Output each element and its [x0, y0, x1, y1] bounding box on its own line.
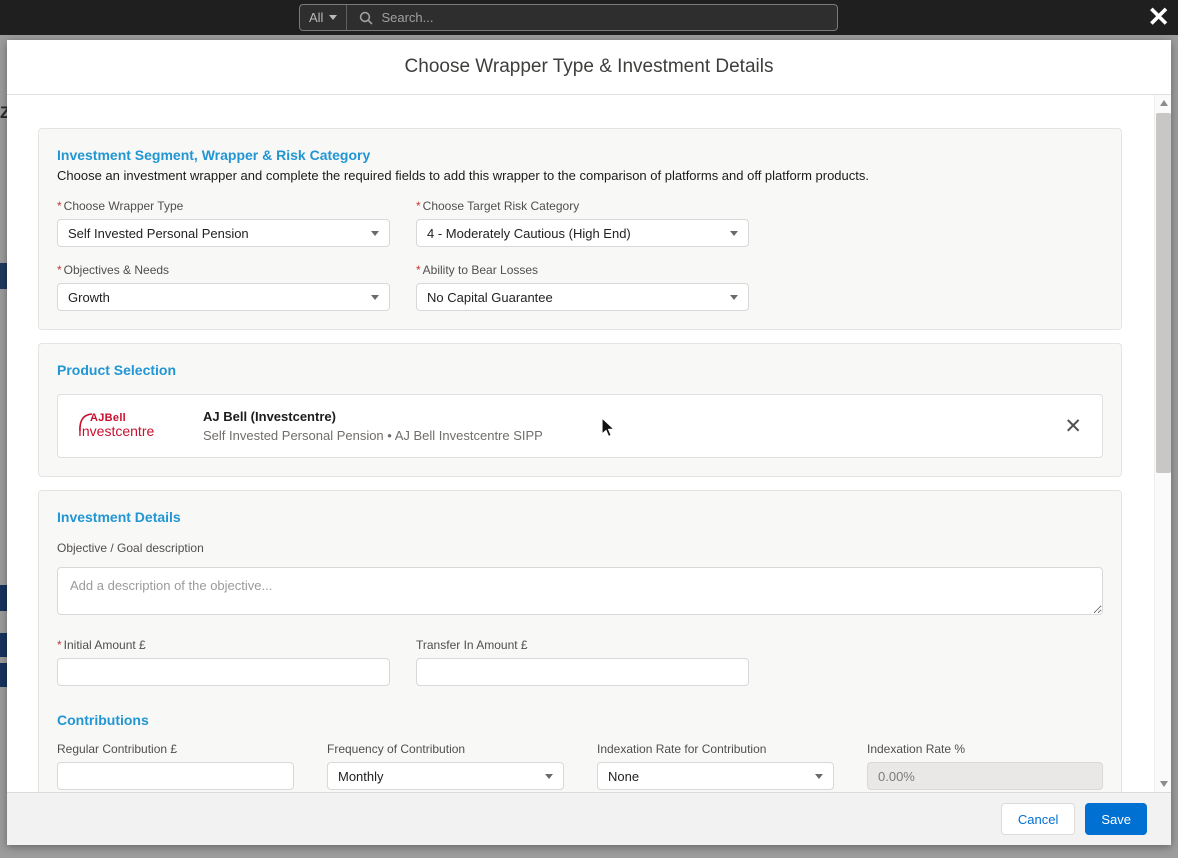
- objective-textarea[interactable]: [57, 567, 1103, 615]
- field-transfer-amount: Transfer In Amount £: [416, 638, 749, 686]
- risk-category-value: 4 - Moderately Cautious (High End): [427, 225, 631, 241]
- product-name: AJ Bell (Investcentre): [203, 409, 336, 424]
- risk-category-select[interactable]: 4 - Moderately Cautious (High End): [416, 219, 749, 247]
- indexation-value: None: [608, 768, 640, 784]
- chevron-down-icon: [815, 773, 823, 779]
- close-icon[interactable]: ✕: [1147, 0, 1170, 35]
- regular-contribution-label: Regular Contribution £: [57, 742, 178, 756]
- section-segment: Investment Segment, Wrapper & Risk Categ…: [38, 128, 1122, 330]
- backdrop-fragment: [0, 663, 7, 687]
- transfer-amount-input[interactable]: [416, 658, 749, 686]
- search-scope-label: All: [309, 10, 324, 25]
- chevron-down-icon: [329, 15, 338, 20]
- regular-contribution-input[interactable]: [57, 762, 294, 790]
- scroll-up-arrow-icon[interactable]: [1155, 95, 1171, 111]
- transfer-amount-label: Transfer In Amount £: [416, 638, 528, 652]
- search-icon: [360, 11, 374, 25]
- wrapper-type-label: Choose Wrapper Type: [63, 199, 184, 213]
- risk-category-label: Choose Target Risk Category: [422, 199, 580, 213]
- modal-header: Choose Wrapper Type & Investment Details: [7, 40, 1171, 95]
- required-marker: *: [416, 263, 421, 277]
- cancel-button[interactable]: Cancel: [1000, 803, 1076, 835]
- aj-bell-logo: AJBell Investcentre: [78, 412, 183, 439]
- wrapper-details-modal: Choose Wrapper Type & Investment Details…: [7, 40, 1171, 845]
- bear-losses-select[interactable]: No Capital Guarantee: [416, 283, 749, 311]
- save-button[interactable]: Save: [1085, 803, 1147, 835]
- field-regular-contribution: Regular Contribution £: [57, 742, 294, 790]
- chevron-down-icon: [545, 773, 553, 779]
- scrollbar-thumb[interactable]: [1156, 113, 1171, 473]
- bear-losses-value: No Capital Guarantee: [427, 289, 553, 305]
- required-marker: *: [416, 199, 421, 213]
- logo-swoosh-icon: [79, 413, 93, 431]
- field-objectives: * Objectives & Needs Growth: [57, 263, 390, 311]
- contributions-heading: Contributions: [57, 712, 149, 728]
- backdrop-fragment: [0, 263, 7, 289]
- section-segment-description: Choose an investment wrapper and complet…: [57, 168, 869, 183]
- section-investment-details: Investment Details Objective / Goal desc…: [38, 490, 1122, 792]
- bear-losses-label: Ability to Bear Losses: [422, 263, 539, 277]
- frequency-select[interactable]: Monthly: [327, 762, 564, 790]
- initial-amount-label: Initial Amount £: [63, 638, 146, 652]
- global-search: All: [299, 4, 838, 31]
- section-segment-heading: Investment Segment, Wrapper & Risk Categ…: [57, 147, 371, 163]
- field-frequency: Frequency of Contribution Monthly: [327, 742, 564, 790]
- indexation-rate-label: Indexation Rate %: [867, 742, 966, 756]
- required-marker: *: [57, 199, 62, 213]
- objective-label: Objective / Goal description: [57, 541, 204, 555]
- field-indexation: Indexation Rate for Contribution None: [597, 742, 834, 790]
- frequency-value: Monthly: [338, 768, 384, 784]
- chevron-down-icon: [730, 294, 738, 300]
- product-text: AJ Bell (Investcentre) Self Invested Per…: [203, 409, 543, 443]
- global-header: All ✕: [0, 0, 1178, 35]
- chevron-down-icon: [371, 230, 379, 236]
- section-product: Product Selection AJBell Investcentre AJ…: [38, 343, 1122, 477]
- initial-amount-input[interactable]: [57, 658, 390, 686]
- modal-content: Investment Segment, Wrapper & Risk Categ…: [7, 95, 1171, 792]
- field-initial-amount: * Initial Amount £: [57, 638, 390, 686]
- required-marker: *: [57, 638, 62, 652]
- search-input[interactable]: [381, 10, 837, 25]
- search-scope-dropdown[interactable]: All: [300, 5, 348, 30]
- indexation-rate-input: [867, 762, 1103, 790]
- objectives-value: Growth: [68, 289, 110, 305]
- field-wrapper-type: * Choose Wrapper Type Self Invested Perso…: [57, 199, 390, 247]
- chevron-down-icon: [730, 230, 738, 236]
- indexation-select[interactable]: None: [597, 762, 834, 790]
- remove-product-icon[interactable]: ✕: [1064, 416, 1082, 437]
- wrapper-type-value: Self Invested Personal Pension: [68, 225, 249, 241]
- product-card: AJBell Investcentre AJ Bell (Investcentr…: [57, 394, 1103, 458]
- objectives-select[interactable]: Growth: [57, 283, 390, 311]
- section-details-heading: Investment Details: [57, 509, 181, 525]
- objectives-label: Objectives & Needs: [63, 263, 170, 277]
- backdrop-fragment: [0, 633, 7, 657]
- wrapper-type-select[interactable]: Self Invested Personal Pension: [57, 219, 390, 247]
- frequency-label: Frequency of Contribution: [327, 742, 466, 756]
- section-product-heading: Product Selection: [57, 362, 177, 378]
- backdrop-fragment: [0, 585, 7, 611]
- modal-title: Choose Wrapper Type & Investment Details: [404, 56, 774, 77]
- field-indexation-rate: Indexation Rate %: [867, 742, 1103, 790]
- required-marker: *: [57, 263, 62, 277]
- indexation-label: Indexation Rate for Contribution: [597, 742, 767, 756]
- vertical-scrollbar[interactable]: [1154, 95, 1171, 792]
- modal-footer: Cancel Save: [7, 792, 1171, 845]
- product-subtitle: Self Invested Personal Pension • AJ Bell…: [203, 428, 543, 443]
- field-bear-losses: * Ability to Bear Losses No Capital Guara…: [416, 263, 749, 311]
- scroll-down-arrow-icon[interactable]: [1155, 776, 1171, 792]
- field-risk-category: * Choose Target Risk Category 4 - Moderat…: [416, 199, 749, 247]
- chevron-down-icon: [371, 294, 379, 300]
